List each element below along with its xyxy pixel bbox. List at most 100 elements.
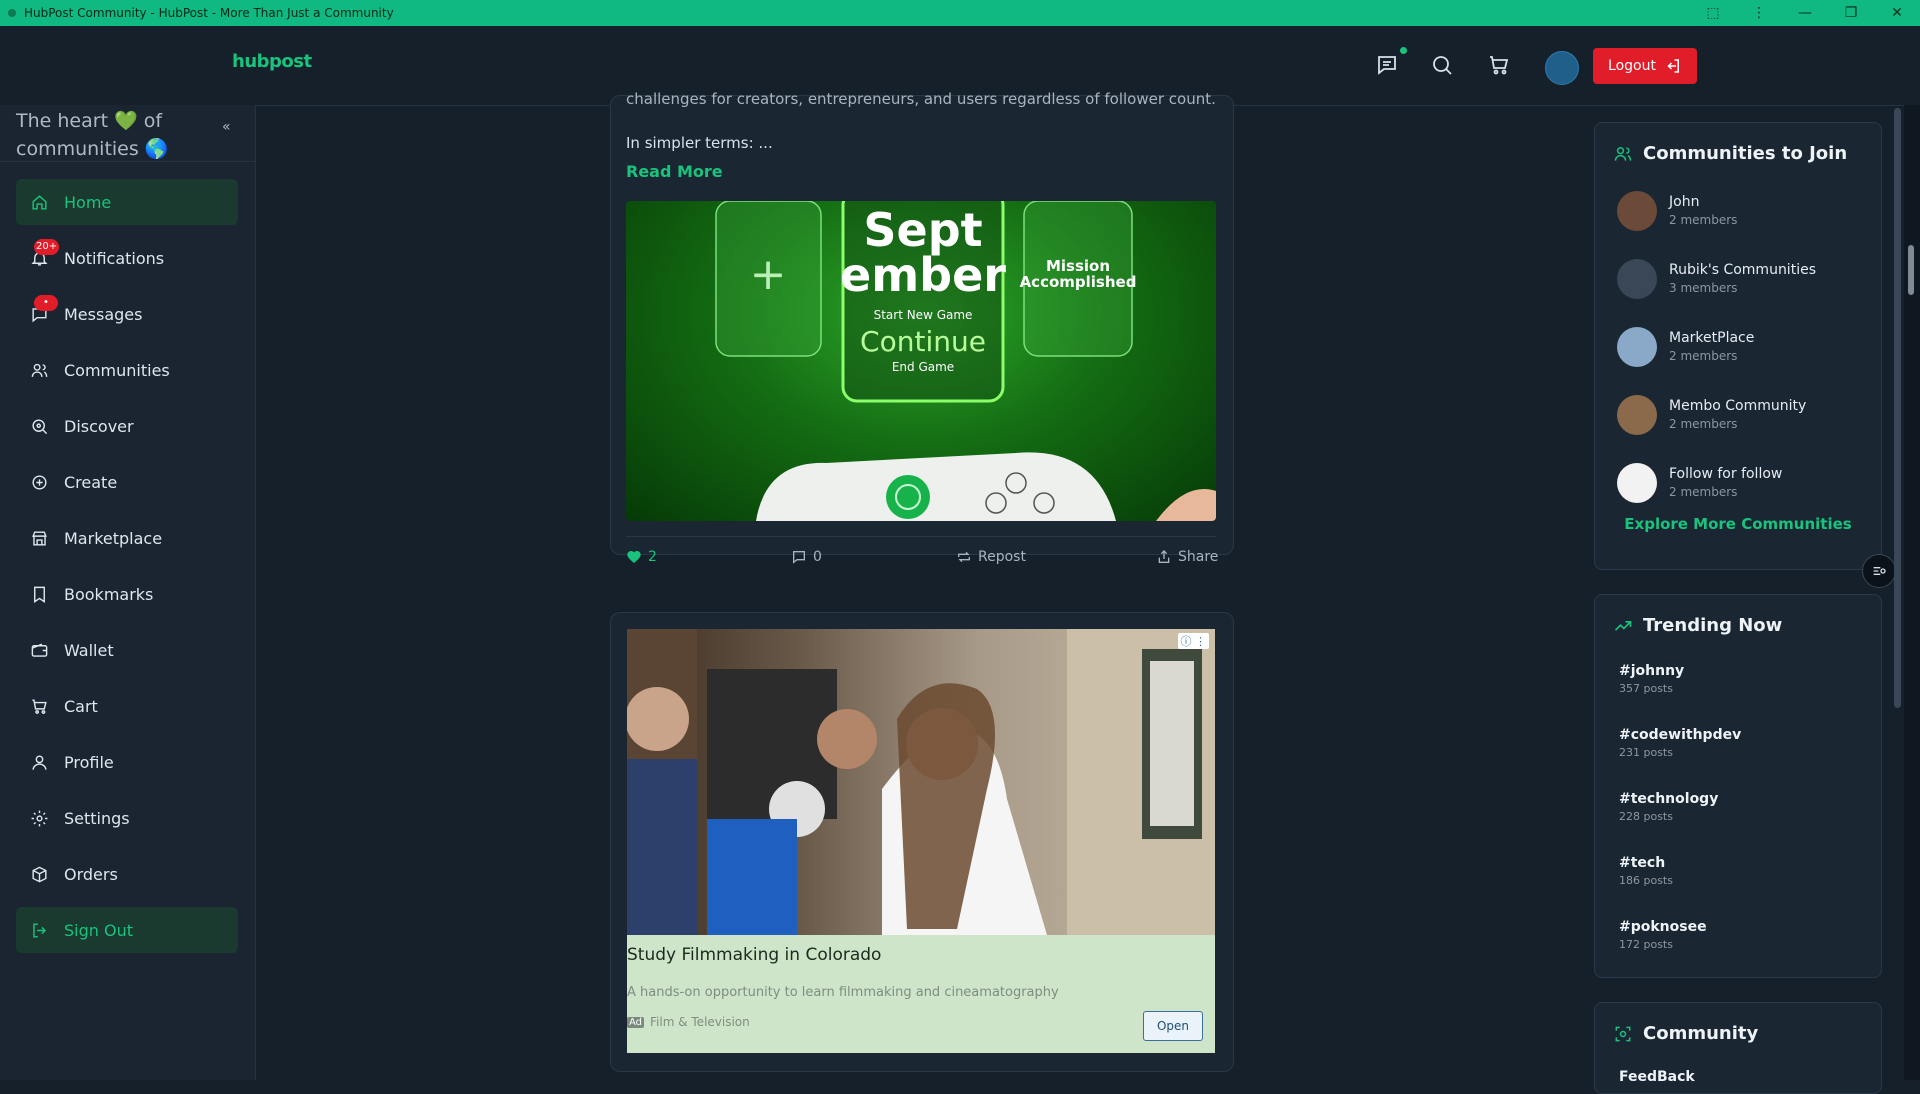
- trending-item[interactable]: #technology 228 posts: [1619, 791, 1718, 823]
- community-name: Follow for follow: [1669, 466, 1783, 482]
- sidebar-item-wallet[interactable]: Wallet: [16, 627, 238, 673]
- trending-now-title: Trending Now: [1613, 615, 1782, 636]
- logout-button[interactable]: Logout: [1593, 48, 1697, 84]
- share-icon: [1158, 550, 1170, 563]
- read-more-link[interactable]: Read More: [626, 162, 723, 181]
- ad-info-icon[interactable]: ⓘ ⋮: [1177, 633, 1209, 649]
- post-image[interactable]: + Sept ember Start New Game Continue End…: [626, 201, 1216, 521]
- ad-title[interactable]: Study Filmmaking in Colorado: [627, 945, 881, 965]
- ad-image[interactable]: ⓘ ⋮: [627, 629, 1215, 935]
- ad-open-button[interactable]: Open: [1143, 1011, 1203, 1041]
- repost-button[interactable]: Repost: [956, 549, 1026, 565]
- like-count: 2: [648, 549, 657, 565]
- sidebar-item-label: Create: [64, 472, 118, 492]
- post-card: challenges for creators, entrepreneurs, …: [610, 90, 1234, 565]
- restore-button[interactable]: ❐: [1828, 5, 1874, 21]
- sidebar-item-notifications[interactable]: 20+ Notifications: [16, 235, 238, 281]
- community-item[interactable]: Rubik's Communities 3 members: [1617, 259, 1867, 303]
- sidebar-scrollbar-thumb[interactable]: [1894, 108, 1901, 708]
- sidebar-item-settings[interactable]: Settings: [16, 795, 238, 841]
- sidebar-item-sign-out[interactable]: Sign Out: [16, 907, 238, 953]
- sidebar-item-label: Orders: [64, 864, 118, 884]
- sidebar-item-marketplace[interactable]: Marketplace: [16, 515, 238, 561]
- home-icon: [28, 191, 50, 213]
- close-button[interactable]: ✕: [1874, 5, 1920, 21]
- community-avatar: [1617, 395, 1657, 435]
- collapse-sidebar-button[interactable]: «: [222, 119, 231, 135]
- repost-icon: [958, 551, 970, 563]
- message-badge: •: [34, 295, 58, 311]
- trending-icon: [1614, 620, 1632, 631]
- comment-icon: [793, 551, 805, 564]
- extensions-icon[interactable]: ⬚: [1690, 5, 1736, 21]
- community-name: John: [1669, 194, 1700, 210]
- sidebar-item-label: Profile: [64, 752, 114, 772]
- ad-label: Ad: [627, 1016, 645, 1028]
- community-item[interactable]: Follow for follow 2 members: [1617, 463, 1867, 507]
- window-titlebar: HubPost Community - HubPost - More Than …: [0, 0, 1920, 26]
- post-text-truncated: challenges for creators, entrepreneurs, …: [626, 90, 1216, 108]
- divider: [0, 161, 255, 162]
- sidebar-item-messages[interactable]: • Messages: [16, 291, 238, 337]
- sidebar-item-label: Cart: [64, 696, 98, 716]
- communities-to-join-title: Communities to Join: [1613, 143, 1847, 164]
- share-button[interactable]: Share: [1156, 549, 1218, 565]
- sidebar-menu: Home 20+ Notifications • Messages Commun…: [16, 179, 238, 963]
- window-controls: ⬚ ⋮ — ❐ ✕: [1690, 0, 1920, 26]
- hubpost-logo[interactable]: hubpost: [232, 51, 312, 72]
- tagline: The heart 💚 of communities 🌎: [16, 107, 206, 163]
- ad-body[interactable]: Study Filmmaking in Colorado A hands-on …: [627, 935, 1215, 1053]
- community-card-item[interactable]: FeedBack: [1619, 1069, 1695, 1085]
- community-members: 2 members: [1669, 485, 1738, 499]
- users-icon: [1614, 146, 1632, 161]
- more-options-icon[interactable]: ⋮: [1736, 5, 1782, 21]
- trending-item[interactable]: #tech 186 posts: [1619, 855, 1673, 887]
- community-members: 2 members: [1669, 417, 1738, 431]
- accomplished-text: Accomplished: [1020, 273, 1137, 291]
- sidebar-item-bookmarks[interactable]: Bookmarks: [16, 571, 238, 617]
- community-card-title-label: Community: [1643, 1023, 1759, 1044]
- community-item[interactable]: Membo Community 2 members: [1617, 395, 1867, 439]
- sidebar-item-label: Settings: [64, 808, 130, 828]
- sidebar-item-label: Communities: [64, 360, 170, 380]
- comment-button[interactable]: 0: [791, 549, 822, 565]
- community-item[interactable]: MarketPlace 2 members: [1617, 327, 1867, 371]
- trending-count: 357 posts: [1619, 682, 1673, 695]
- trending-tag: #tech: [1619, 855, 1666, 871]
- sidebar-item-label: Discover: [64, 416, 134, 436]
- like-button[interactable]: 2: [626, 549, 657, 565]
- explore-more-communities-link[interactable]: Explore More Communities: [1595, 515, 1881, 533]
- messages-icon[interactable]: [1375, 47, 1407, 81]
- sidebar-item-cart[interactable]: Cart: [16, 683, 238, 729]
- sidebar-item-home[interactable]: Home: [16, 179, 238, 225]
- user-avatar[interactable]: [1545, 51, 1579, 85]
- communities-title-label: Communities to Join: [1643, 143, 1848, 164]
- sidebar-item-orders[interactable]: Orders: [16, 851, 238, 897]
- trending-item[interactable]: #codewithpdev 231 posts: [1619, 727, 1741, 759]
- community-item[interactable]: John 2 members: [1617, 191, 1867, 235]
- trending-tag: #johnny: [1619, 663, 1685, 679]
- trending-item[interactable]: #johnny 357 posts: [1619, 663, 1684, 695]
- trending-count: 228 posts: [1619, 810, 1673, 823]
- ad-category: Film & Television: [650, 1015, 750, 1029]
- search-icon[interactable]: [1430, 53, 1458, 81]
- community-avatar: [1617, 191, 1657, 231]
- sidebar-item-communities[interactable]: Communities: [16, 347, 238, 393]
- sidebar-item-profile[interactable]: Profile: [16, 739, 238, 785]
- sidebar-item-label: Messages: [64, 304, 143, 324]
- trending-item[interactable]: #poknosee 172 posts: [1619, 919, 1707, 951]
- post-actions: 2 0 Repost Share: [626, 536, 1218, 565]
- minimize-button[interactable]: —: [1782, 5, 1828, 21]
- page-scrollbar-thumb[interactable]: [1908, 245, 1914, 295]
- continue-text: Continue: [860, 325, 986, 358]
- sidebar-item-label: Home: [64, 192, 112, 212]
- cart-icon[interactable]: [1487, 53, 1515, 81]
- sidebar-item-discover[interactable]: Discover: [16, 403, 238, 449]
- site-favicon: [8, 9, 16, 17]
- ad-meta: Ad Film & Television: [627, 1015, 750, 1029]
- filter-icon: [1873, 567, 1886, 575]
- floating-filter-button[interactable]: [1862, 554, 1896, 588]
- trending-count: 231 posts: [1619, 746, 1673, 759]
- sidebar-item-create[interactable]: Create: [16, 459, 238, 505]
- user-icon: [28, 751, 50, 773]
